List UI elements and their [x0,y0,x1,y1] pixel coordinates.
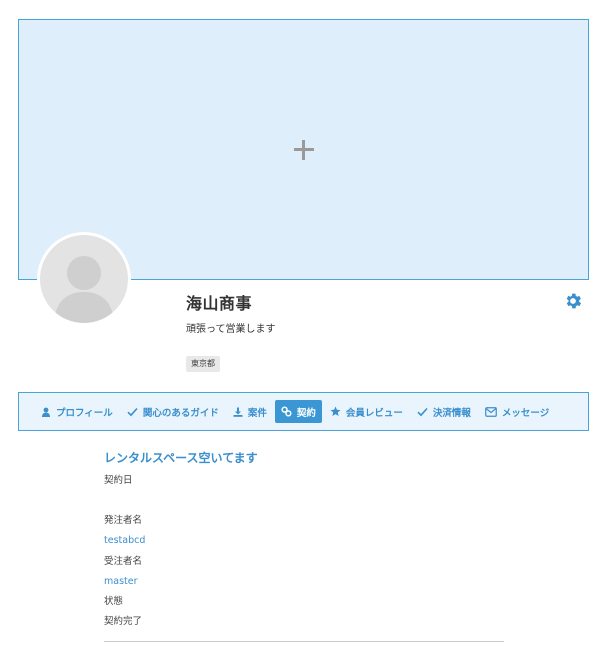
tab-payment[interactable]: 決済情報 [411,400,477,423]
contract-date-label: 契約日 [104,475,133,486]
tab-projects[interactable]: 案件 [227,400,273,423]
tab-label: プロフィール [56,407,113,419]
divider [104,641,504,642]
star-icon [330,406,341,416]
tab-guides[interactable]: 関心のあるガイド [121,400,225,423]
tab-label: 決済情報 [432,407,471,419]
tab-profile[interactable]: プロフィール [35,400,119,423]
user-silhouette-icon [54,256,114,323]
avatar[interactable] [37,232,131,326]
envelope-icon [485,406,497,417]
status-label: 状態 [104,596,124,608]
tab-reviews[interactable]: 会員レビュー [324,400,409,423]
tab-contracts[interactable]: 契約 [274,400,322,423]
tab-label: 契約 [296,407,316,419]
contractor-name-link[interactable]: master [104,572,504,592]
location-badge: 東京都 [186,356,220,372]
status-value: 契約完了 [104,616,143,628]
tab-label: 会員レビュー [345,407,403,419]
tab-label: 関心のあるガイド [142,407,219,419]
contractor-label: 受注者名 [104,555,143,567]
contract-date-value [104,491,504,511]
check-icon [127,407,138,416]
orderer-name-link[interactable]: testabcd [104,531,504,551]
download-icon [233,407,243,417]
gear-icon[interactable] [563,291,583,311]
tab-label: メッセージ [501,407,550,419]
profile-tab-bar: プロフィール 関心のあるガイド 案件 契約 会員レビュー 決済情報 メッセージ [18,392,589,431]
check-icon [417,407,428,416]
contract-detail: レンタルスペース空いてます 契約日 発注者名 testabcd 受注者名 mas… [104,450,504,632]
contract-project-title[interactable]: レンタルスペース空いてます [104,450,504,466]
plus-icon [293,139,314,160]
user-icon [42,407,50,417]
tab-messages[interactable]: メッセージ [479,400,555,423]
company-name: 海山商事 [186,294,253,313]
tab-label: 案件 [247,407,267,419]
profile-tagline: 頑張って営業します [186,324,276,335]
link-icon [281,406,292,417]
orderer-label: 発注者名 [104,515,143,527]
